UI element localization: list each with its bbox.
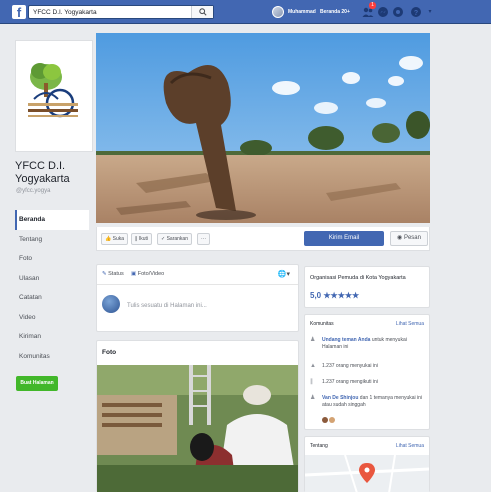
page-profile-picture[interactable] (15, 40, 93, 152)
info-card: Tentang Lihat Semua (304, 436, 430, 492)
user-name-link[interactable]: Muhammad (288, 9, 316, 15)
nav-item-komunitas[interactable]: Komunitas (15, 347, 89, 367)
follow-count-icon: ∥ (310, 379, 313, 385)
location-map[interactable] (305, 455, 429, 492)
message-label: Pesan (403, 235, 421, 241)
nav-item-beranda[interactable]: Beranda (15, 210, 89, 230)
search-button[interactable] (191, 6, 213, 18)
create-page-button[interactable]: Buat Halaman (16, 376, 58, 391)
follow-button[interactable]: ∥ Ikuti (131, 233, 153, 245)
messenger-icon[interactable] (377, 6, 389, 18)
rating-stars: ★★★★★ (323, 291, 360, 300)
community-title: Komunitas (310, 321, 334, 327)
rss-icon: ∥ (135, 236, 138, 242)
photos-title[interactable]: Foto (102, 349, 116, 356)
invite-friends-link[interactable]: Undang teman Anda (322, 337, 370, 343)
thumbs-up-icon: 👍 (105, 236, 112, 242)
page-logo-image (28, 63, 78, 118)
more-options-button[interactable]: ··· (197, 233, 210, 245)
share-icon: ✓ (161, 236, 166, 242)
photos-section: Foto (96, 340, 299, 492)
nav-item-video[interactable]: Video (15, 308, 89, 328)
follow-label: Ikuti (138, 236, 149, 242)
about-summary-card: Organisasi Pemuda di Kota Yogyakarta 5,0… (304, 266, 430, 308)
account-menu-icon[interactable]: ▾ (424, 6, 436, 18)
page-sidebar-nav: Beranda Tentang Foto Ulasan Catatan Vide… (15, 210, 89, 366)
recommend-button[interactable]: ✓ Sarankan (157, 233, 192, 245)
page-title[interactable]: YFCC D.I. Yogyakarta (15, 160, 95, 186)
svg-text:?: ? (414, 10, 418, 17)
friend-avatar[interactable] (322, 417, 328, 423)
post-composer: ✎ Status ▣ Foto/Video 🌐▾ Tulis sesuatu d… (96, 264, 299, 332)
like-button[interactable]: 👍 Suka (101, 233, 129, 245)
like-count-icon: ▲ (310, 363, 316, 369)
home-label: Beranda (320, 9, 341, 15)
friend-avatar[interactable] (329, 417, 335, 423)
community-card: Komunitas Lihat Semua ♟ Undang teman And… (304, 314, 430, 430)
nav-item-foto[interactable]: Foto (15, 249, 89, 269)
tab-photo-video[interactable]: ▣ Foto/Video (131, 271, 164, 277)
composer-avatar (102, 295, 120, 313)
community-see-all-link[interactable]: Lihat Semua (396, 321, 424, 327)
info-see-all-link[interactable]: Lihat Semua (396, 443, 424, 449)
page-category: Organisasi Pemuda di Kota Yogyakarta (310, 275, 406, 281)
page-rating[interactable]: 5,0 ★★★★★ (310, 291, 359, 300)
map-image (305, 455, 429, 492)
send-email-button[interactable]: Kirim Email (304, 231, 384, 246)
like-label: Suka (112, 236, 125, 242)
user-avatar[interactable] (272, 6, 284, 18)
composer-tabs: ✎ Status ▣ Foto/Video 🌐▾ (97, 265, 298, 285)
audience-globe-icon[interactable]: 🌐▾ (278, 270, 290, 278)
photo-icon: ▣ (131, 271, 137, 277)
likes-count-text: 1.237 orang menyukai ini (322, 363, 378, 369)
photo-thumbnail[interactable] (97, 365, 298, 492)
top-navigation-bar: f YFCC D.I. Yogyakarta Muhammad Beranda … (0, 0, 491, 24)
cover-photo[interactable] (96, 33, 430, 223)
help-icon[interactable]: ? (410, 6, 422, 18)
nav-item-kiriman[interactable]: Kiriman (15, 327, 89, 347)
messenger-small-icon: ◉ (397, 235, 403, 241)
follows-count-text: 1.237 orang mengikuti ini (322, 379, 378, 385)
facebook-logo-icon[interactable]: f (12, 5, 26, 19)
magnifier-icon (198, 8, 207, 16)
composer-input[interactable]: Tulis sesuatu di Halaman ini... (127, 303, 207, 309)
search-bar[interactable]: YFCC D.I. Yogyakarta (28, 5, 214, 19)
info-title: Tentang (310, 443, 328, 449)
home-count: 20+ (341, 9, 350, 15)
pencil-icon: ✎ (102, 271, 107, 277)
nav-item-tentang[interactable]: Tentang (15, 230, 89, 250)
nav-item-catatan[interactable]: Catatan (15, 288, 89, 308)
friends-icon: ♟ (310, 395, 316, 401)
search-input[interactable]: YFCC D.I. Yogyakarta (33, 9, 97, 16)
tab-status[interactable]: ✎ Status (102, 271, 124, 277)
cover-image (96, 33, 430, 223)
invite-icon: ♟ (310, 337, 316, 343)
nav-item-ulasan[interactable]: Ulasan (15, 269, 89, 289)
tab-photo-label: Foto/Video (137, 271, 165, 277)
notifications-icon[interactable] (392, 6, 404, 18)
home-link[interactable]: Beranda 20+ (320, 9, 350, 15)
recommend-label: Sarankan (166, 236, 188, 242)
tab-status-label: Status (108, 271, 124, 277)
friend-requests-badge: 1 (369, 2, 376, 9)
message-button[interactable]: ◉ Pesan (390, 231, 428, 246)
rating-value: 5,0 (310, 291, 322, 300)
photo-image (97, 365, 298, 492)
friend-name-link[interactable]: Van De Shinjou (322, 395, 358, 401)
page-username[interactable]: @yfcc.yogya (16, 188, 50, 194)
